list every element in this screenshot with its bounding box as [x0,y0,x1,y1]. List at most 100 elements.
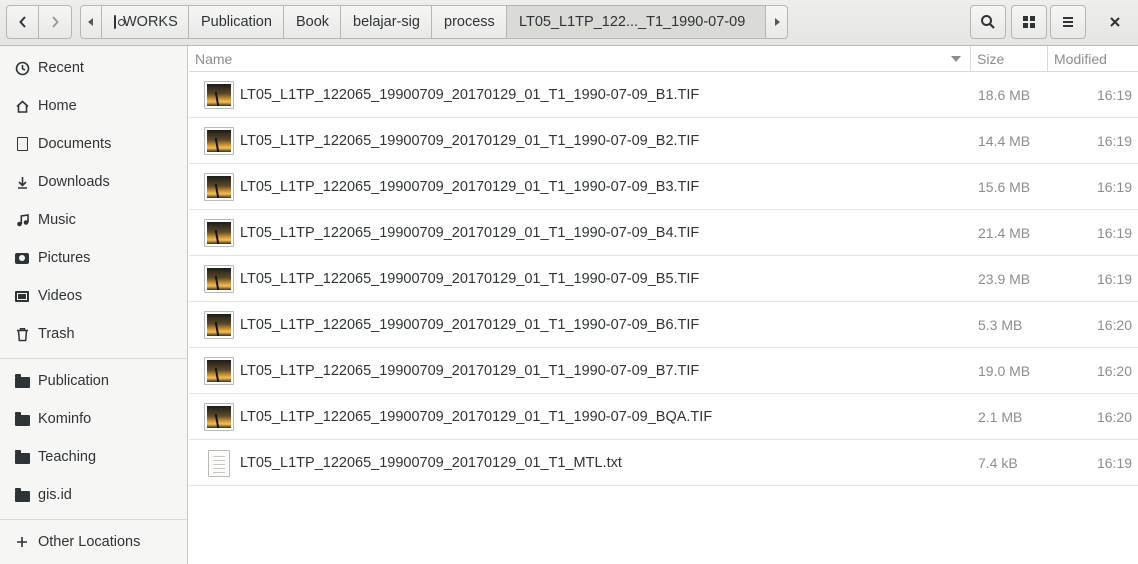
file-modified-time: 16:19 [1096,179,1132,195]
view-toggle-button[interactable] [1011,5,1047,39]
file-modified-time: 16:20 [1096,317,1132,333]
film-icon [14,288,30,304]
path-crumb-label: Publication [201,14,272,30]
document-icon [14,136,30,152]
sidebar-item-label: Downloads [38,174,110,190]
sidebar-item-label: gis.id [38,487,72,503]
path-crumb-belajar-sig[interactable]: belajar-sig [341,5,432,39]
sidebar-item-videos[interactable]: Videos [0,278,187,314]
folder-icon [14,373,30,389]
search-button[interactable] [970,5,1006,39]
image-thumbnail-icon [204,127,234,155]
file-name: LT05_L1TP_122065_19900709_20170129_01_T1… [240,363,700,379]
image-thumbnail-icon [204,173,234,201]
path-scroll-right-button[interactable] [766,5,788,39]
file-name: LT05_L1TP_122065_19900709_20170129_01_T1… [240,317,700,333]
forward-button[interactable] [39,5,72,39]
column-modified-label: Modified [1054,51,1107,67]
file-size: 19.0 MB [978,363,1031,379]
chevron-right-icon [52,16,59,28]
menu-button[interactable] [1050,5,1086,39]
sidebar-item-documents[interactable]: Documents [0,126,187,162]
text-file-icon [208,450,230,477]
folder-icon [14,487,30,503]
plus-icon [14,534,30,550]
sidebar-item-label: Publication [38,373,109,389]
path-crumb-label: process [444,14,495,30]
path-crumb-label: LT05_L1TP_122..._T1_1990-07-09 [519,14,746,30]
sidebar-item-music[interactable]: Music [0,202,187,238]
file-row[interactable]: LT05_L1TP_122065_19900709_20170129_01_T1… [189,72,1138,118]
close-icon [1110,17,1120,27]
sidebar-item-label: Recent [38,60,84,76]
camera-icon [14,250,30,266]
sidebar-item-publication[interactable]: Publication [0,363,187,399]
file-row[interactable]: LT05_L1TP_122065_19900709_20170129_01_T1… [189,348,1138,394]
header-bar: WORKS Publication Book belajar-sig proce… [0,0,1138,46]
path-crumb-book[interactable]: Book [284,5,341,39]
sidebar-item-other-locations[interactable]: Other Locations [0,524,187,560]
sidebar-item-teaching[interactable]: Teaching [0,439,187,475]
file-modified-time: 16:19 [1096,133,1132,149]
sidebar-item-trash[interactable]: Trash [0,316,187,352]
file-size: 5.3 MB [978,317,1023,333]
file-size: 23.9 MB [978,271,1031,287]
download-icon [14,174,30,190]
sidebar-item-kominfo[interactable]: Kominfo [0,401,187,437]
home-icon [14,98,30,114]
file-modified-time: 16:20 [1096,363,1132,379]
file-row[interactable]: LT05_L1TP_122065_19900709_20170129_01_T1… [189,210,1138,256]
sidebar-item-home[interactable]: Home [0,88,187,124]
sidebar-item-pictures[interactable]: Pictures [0,240,187,276]
close-button[interactable] [1097,5,1133,39]
path-crumb-publication[interactable]: Publication [189,5,284,39]
path-crumb-label: Book [296,14,330,30]
sidebar: Recent Home Documents Downloads Music Pi… [0,46,188,564]
column-name[interactable]: Name [189,46,970,72]
sidebar-item-gis-id[interactable]: gis.id [0,477,187,513]
file-row[interactable]: LT05_L1TP_122065_19900709_20170129_01_T1… [189,394,1138,440]
back-button[interactable] [6,5,39,39]
file-modified-time: 16:19 [1096,225,1132,241]
file-size: 2.1 MB [978,409,1023,425]
path-bar: WORKS Publication Book belajar-sig proce… [80,5,788,39]
file-name: LT05_L1TP_122065_19900709_20170129_01_T1… [240,225,700,241]
path-crumb-works[interactable]: WORKS [102,5,189,39]
sidebar-separator [0,519,187,520]
clock-icon [14,60,30,76]
navigation-buttons [6,5,72,39]
column-name-label: Name [195,51,233,67]
file-row[interactable]: LT05_L1TP_122065_19900709_20170129_01_T1… [189,440,1138,486]
drive-icon [114,15,125,29]
file-modified-time: 16:19 [1096,455,1132,471]
sidebar-item-label: Trash [38,326,75,342]
file-row[interactable]: LT05_L1TP_122065_19900709_20170129_01_T1… [189,164,1138,210]
path-crumb-current[interactable]: LT05_L1TP_122..._T1_1990-07-09 [507,5,766,39]
file-name: LT05_L1TP_122065_19900709_20170129_01_T1… [240,455,622,471]
file-modified-time: 16:19 [1096,271,1132,287]
file-size: 14.4 MB [978,133,1031,149]
file-modified-time: 16:19 [1096,87,1132,103]
sort-descending-icon [951,56,961,62]
file-row[interactable]: LT05_L1TP_122065_19900709_20170129_01_T1… [189,256,1138,302]
sidebar-item-downloads[interactable]: Downloads [0,164,187,200]
folder-icon [14,411,30,427]
hamburger-menu-icon [1063,17,1073,27]
image-thumbnail-icon [204,265,234,293]
path-crumb-process[interactable]: process [432,5,507,39]
file-row[interactable]: LT05_L1TP_122065_19900709_20170129_01_T1… [189,302,1138,348]
file-row[interactable]: LT05_L1TP_122065_19900709_20170129_01_T1… [189,118,1138,164]
sidebar-item-label: Documents [38,136,112,152]
image-thumbnail-icon [204,403,234,431]
column-size[interactable]: Size [971,46,1047,72]
column-modified[interactable]: Modified [1048,46,1138,72]
sidebar-item-recent[interactable]: Recent [0,50,187,86]
grid-view-icon [1023,16,1035,28]
column-size-label: Size [977,51,1005,67]
music-icon [14,212,30,228]
file-size: 18.6 MB [978,87,1031,103]
file-name: LT05_L1TP_122065_19900709_20170129_01_T1… [240,133,700,149]
path-crumb-label: WORKS [123,14,178,30]
file-size: 15.6 MB [978,179,1031,195]
path-scroll-left-button[interactable] [80,5,102,39]
